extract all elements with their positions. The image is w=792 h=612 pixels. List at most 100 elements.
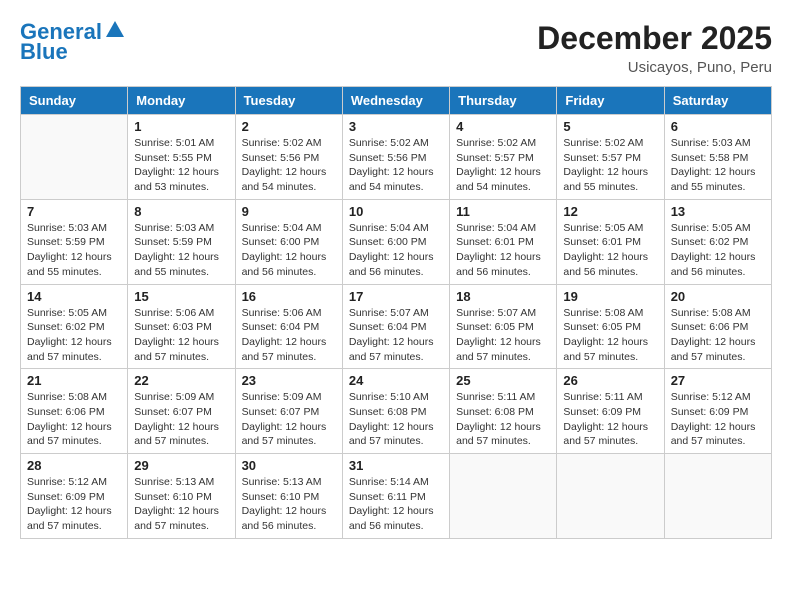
calendar-cell: 30 Sunrise: 5:13 AMSunset: 6:10 PMDayligh… <box>235 454 342 539</box>
day-number: 2 <box>242 119 336 134</box>
calendar-cell: 31 Sunrise: 5:14 AMSunset: 6:11 PMDayligh… <box>342 454 449 539</box>
day-info: Sunrise: 5:04 AMSunset: 6:00 PMDaylight:… <box>349 221 443 280</box>
day-number: 4 <box>456 119 550 134</box>
month-title: December 2025 <box>537 20 772 57</box>
calendar-week-row: 14 Sunrise: 5:05 AMSunset: 6:02 PMDayligh… <box>21 284 772 369</box>
day-info: Sunrise: 5:05 AMSunset: 6:01 PMDaylight:… <box>563 221 657 280</box>
day-info: Sunrise: 5:02 AMSunset: 5:57 PMDaylight:… <box>563 136 657 195</box>
day-number: 27 <box>671 373 765 388</box>
day-info: Sunrise: 5:05 AMSunset: 6:02 PMDaylight:… <box>671 221 765 280</box>
day-number: 5 <box>563 119 657 134</box>
day-number: 28 <box>27 458 121 473</box>
day-number: 26 <box>563 373 657 388</box>
day-number: 8 <box>134 204 228 219</box>
day-number: 21 <box>27 373 121 388</box>
day-info: Sunrise: 5:08 AMSunset: 6:06 PMDaylight:… <box>27 390 121 449</box>
day-number: 19 <box>563 289 657 304</box>
day-info: Sunrise: 5:03 AMSunset: 5:59 PMDaylight:… <box>27 221 121 280</box>
day-info: Sunrise: 5:07 AMSunset: 6:04 PMDaylight:… <box>349 306 443 365</box>
day-info: Sunrise: 5:14 AMSunset: 6:11 PMDaylight:… <box>349 475 443 534</box>
day-number: 1 <box>134 119 228 134</box>
day-number: 20 <box>671 289 765 304</box>
col-wednesday: Wednesday <box>342 87 449 115</box>
day-number: 30 <box>242 458 336 473</box>
calendar-cell: 5 Sunrise: 5:02 AMSunset: 5:57 PMDaylight… <box>557 115 664 200</box>
day-info: Sunrise: 5:11 AMSunset: 6:09 PMDaylight:… <box>563 390 657 449</box>
calendar-cell: 8 Sunrise: 5:03 AMSunset: 5:59 PMDaylight… <box>128 199 235 284</box>
calendar-cell: 29 Sunrise: 5:13 AMSunset: 6:10 PMDayligh… <box>128 454 235 539</box>
day-info: Sunrise: 5:03 AMSunset: 5:58 PMDaylight:… <box>671 136 765 195</box>
page-header: General Blue December 2025 Usicayos, Pun… <box>20 20 772 76</box>
day-info: Sunrise: 5:05 AMSunset: 6:02 PMDaylight:… <box>27 306 121 365</box>
calendar-cell: 3 Sunrise: 5:02 AMSunset: 5:56 PMDaylight… <box>342 115 449 200</box>
day-number: 12 <box>563 204 657 219</box>
day-info: Sunrise: 5:13 AMSunset: 6:10 PMDaylight:… <box>134 475 228 534</box>
day-number: 23 <box>242 373 336 388</box>
day-info: Sunrise: 5:02 AMSunset: 5:57 PMDaylight:… <box>456 136 550 195</box>
calendar-cell: 17 Sunrise: 5:07 AMSunset: 6:04 PMDayligh… <box>342 284 449 369</box>
title-block: December 2025 Usicayos, Puno, Peru <box>537 20 772 76</box>
day-number: 17 <box>349 289 443 304</box>
calendar-cell: 2 Sunrise: 5:02 AMSunset: 5:56 PMDaylight… <box>235 115 342 200</box>
day-info: Sunrise: 5:04 AMSunset: 6:01 PMDaylight:… <box>456 221 550 280</box>
day-info: Sunrise: 5:12 AMSunset: 6:09 PMDaylight:… <box>27 475 121 534</box>
calendar-cell: 1 Sunrise: 5:01 AMSunset: 5:55 PMDaylight… <box>128 115 235 200</box>
day-number: 24 <box>349 373 443 388</box>
calendar-cell: 27 Sunrise: 5:12 AMSunset: 6:09 PMDayligh… <box>664 369 771 454</box>
day-info: Sunrise: 5:12 AMSunset: 6:09 PMDaylight:… <box>671 390 765 449</box>
day-number: 14 <box>27 289 121 304</box>
day-number: 31 <box>349 458 443 473</box>
day-number: 13 <box>671 204 765 219</box>
day-info: Sunrise: 5:01 AMSunset: 5:55 PMDaylight:… <box>134 136 228 195</box>
day-number: 22 <box>134 373 228 388</box>
day-number: 29 <box>134 458 228 473</box>
logo: General Blue <box>20 20 126 64</box>
day-number: 7 <box>27 204 121 219</box>
calendar-cell: 9 Sunrise: 5:04 AMSunset: 6:00 PMDaylight… <box>235 199 342 284</box>
calendar-week-row: 28 Sunrise: 5:12 AMSunset: 6:09 PMDayligh… <box>21 454 772 539</box>
calendar-cell <box>557 454 664 539</box>
col-tuesday: Tuesday <box>235 87 342 115</box>
calendar-cell: 7 Sunrise: 5:03 AMSunset: 5:59 PMDaylight… <box>21 199 128 284</box>
col-friday: Friday <box>557 87 664 115</box>
calendar-cell: 22Sunrise: 5:09 AMSunset: 6:07 PMDayligh… <box>128 369 235 454</box>
calendar-cell: 19 Sunrise: 5:08 AMSunset: 6:05 PMDayligh… <box>557 284 664 369</box>
location-subtitle: Usicayos, Puno, Peru <box>537 59 772 76</box>
day-info: Sunrise: 5:02 AMSunset: 5:56 PMDaylight:… <box>242 136 336 195</box>
calendar-table: Sunday Monday Tuesday Wednesday Thursday… <box>20 86 772 539</box>
col-sunday: Sunday <box>21 87 128 115</box>
day-number: 11 <box>456 204 550 219</box>
day-info: Sunrise: 5:09 AMSunset: 6:07 PMDaylight:… <box>242 390 336 449</box>
calendar-header-row: Sunday Monday Tuesday Wednesday Thursday… <box>21 87 772 115</box>
day-number: 18 <box>456 289 550 304</box>
calendar-cell: 21 Sunrise: 5:08 AMSunset: 6:06 PMDayligh… <box>21 369 128 454</box>
day-info: Sunrise: 5:10 AMSunset: 6:08 PMDaylight:… <box>349 390 443 449</box>
day-number: 9 <box>242 204 336 219</box>
calendar-cell: 28 Sunrise: 5:12 AMSunset: 6:09 PMDayligh… <box>21 454 128 539</box>
calendar-cell: 11 Sunrise: 5:04 AMSunset: 6:01 PMDayligh… <box>450 199 557 284</box>
day-number: 10 <box>349 204 443 219</box>
day-number: 6 <box>671 119 765 134</box>
day-info: Sunrise: 5:08 AMSunset: 6:05 PMDaylight:… <box>563 306 657 365</box>
day-info: Sunrise: 5:06 AMSunset: 6:03 PMDaylight:… <box>134 306 228 365</box>
day-info: Sunrise: 5:02 AMSunset: 5:56 PMDaylight:… <box>349 136 443 195</box>
calendar-cell: 23 Sunrise: 5:09 AMSunset: 6:07 PMDayligh… <box>235 369 342 454</box>
calendar-week-row: 1 Sunrise: 5:01 AMSunset: 5:55 PMDaylight… <box>21 115 772 200</box>
calendar-cell: 4 Sunrise: 5:02 AMSunset: 5:57 PMDaylight… <box>450 115 557 200</box>
day-number: 3 <box>349 119 443 134</box>
calendar-week-row: 7 Sunrise: 5:03 AMSunset: 5:59 PMDaylight… <box>21 199 772 284</box>
day-number: 16 <box>242 289 336 304</box>
calendar-cell <box>21 115 128 200</box>
col-monday: Monday <box>128 87 235 115</box>
day-info: Sunrise: 5:03 AMSunset: 5:59 PMDaylight:… <box>134 221 228 280</box>
calendar-cell: 10 Sunrise: 5:04 AMSunset: 6:00 PMDayligh… <box>342 199 449 284</box>
calendar-cell: 6 Sunrise: 5:03 AMSunset: 5:58 PMDaylight… <box>664 115 771 200</box>
day-number: 15 <box>134 289 228 304</box>
logo-icon <box>104 19 126 41</box>
calendar-cell: 20Sunrise: 5:08 AMSunset: 6:06 PMDayligh… <box>664 284 771 369</box>
day-info: Sunrise: 5:04 AMSunset: 6:00 PMDaylight:… <box>242 221 336 280</box>
day-info: Sunrise: 5:13 AMSunset: 6:10 PMDaylight:… <box>242 475 336 534</box>
calendar-cell: 13 Sunrise: 5:05 AMSunset: 6:02 PMDayligh… <box>664 199 771 284</box>
calendar-cell: 26 Sunrise: 5:11 AMSunset: 6:09 PMDayligh… <box>557 369 664 454</box>
day-number: 25 <box>456 373 550 388</box>
